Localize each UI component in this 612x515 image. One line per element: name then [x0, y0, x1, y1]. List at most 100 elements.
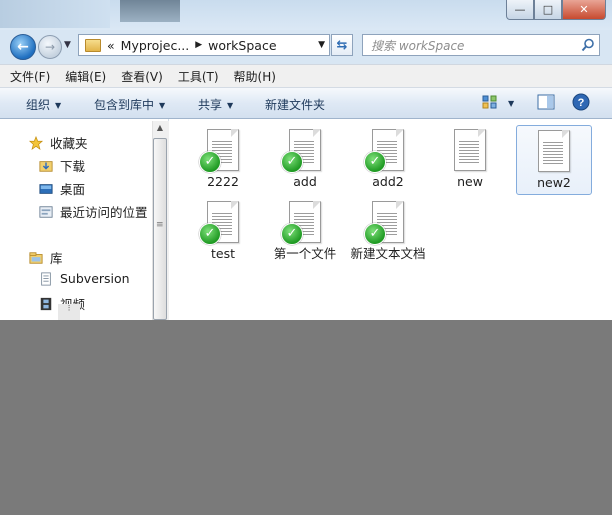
file-name: 2222	[207, 174, 239, 189]
scrollbar-grip-icon: ≡	[156, 220, 164, 230]
search-box[interactable]: 搜索 workSpace	[362, 34, 600, 56]
gray-overlay	[0, 320, 612, 515]
minimize-button[interactable]: —	[506, 0, 534, 20]
sidebar-label: Subversion	[60, 271, 130, 286]
text-file-icon: ✓	[281, 201, 321, 245]
new-folder-button[interactable]: 新建文件夹	[265, 96, 325, 113]
sidebar-item-libraries[interactable]: 库	[28, 248, 63, 267]
sidebar-item-desktop[interactable]: 桌面	[38, 179, 85, 198]
recent-pages-dropdown-icon[interactable]: ▼	[64, 40, 71, 50]
sidebar-item-recent-places[interactable]: 最近访问的位置	[38, 202, 148, 221]
explorer-window: — □ ✕ ← → ▼ « Myprojec... ▶ workSpace ▼ …	[0, 0, 612, 320]
title-bar-shade	[120, 0, 180, 22]
text-file-icon: ✓	[199, 201, 239, 245]
address-dropdown-icon[interactable]: ▼	[318, 40, 325, 50]
menu-file[interactable]: 文件(F)	[10, 68, 50, 85]
address-overflow[interactable]: «	[107, 38, 115, 53]
file-item[interactable]: new	[432, 129, 508, 189]
svn-checkmark-icon: ✓	[364, 151, 386, 173]
text-file-icon	[538, 130, 570, 172]
sidebar-label: 下载	[60, 159, 86, 174]
forward-button[interactable]: →	[38, 35, 62, 59]
svn-checkmark-icon: ✓	[281, 151, 303, 173]
file-item[interactable]: ✓ 第一个文件	[267, 201, 343, 261]
text-file-icon: ✓	[364, 129, 404, 173]
sidebar-label: 桌面	[60, 182, 86, 197]
svn-checkmark-icon: ✓	[199, 223, 221, 245]
recent-places-icon	[39, 205, 53, 218]
file-name: new	[457, 174, 483, 189]
file-item[interactable]: ✓ 新建文本文档	[350, 201, 426, 261]
svg-text:?: ?	[578, 97, 585, 109]
help-icon[interactable]: ?	[572, 93, 590, 111]
file-name: 第一个文件	[273, 246, 337, 261]
file-item[interactable]: ✓ add	[267, 129, 343, 189]
svn-checkmark-icon: ✓	[199, 151, 221, 173]
include-in-library-button[interactable]: 包含到库中 ▼	[94, 96, 165, 113]
film-strip-icon	[40, 297, 52, 310]
text-file-icon	[454, 129, 486, 171]
downloads-folder-icon	[39, 160, 53, 172]
organize-label: 组织	[26, 98, 51, 112]
organize-button[interactable]: 组织 ▼	[26, 96, 61, 113]
view-dropdown-icon[interactable]: ▼	[508, 99, 514, 108]
document-library-icon	[41, 271, 51, 286]
file-item[interactable]: ✓ 2222	[185, 129, 261, 189]
sidebar-item-downloads[interactable]: 下载	[38, 156, 85, 175]
scroll-up-arrow-icon[interactable]: ▲	[153, 123, 167, 135]
menu-bar: 文件(F) 编辑(E) 查看(V) 工具(T) 帮助(H)	[0, 64, 612, 88]
include-in-library-label: 包含到库中	[94, 98, 155, 112]
svn-checkmark-icon: ✓	[364, 223, 386, 245]
resize-grip-icon: ⁝	[58, 304, 80, 320]
menu-edit[interactable]: 编辑(E)	[65, 68, 106, 85]
svn-checkmark-icon: ✓	[281, 223, 303, 245]
sidebar-item-subversion[interactable]: Subversion	[38, 271, 130, 286]
sidebar-label: 收藏夹	[50, 136, 88, 151]
file-list: ✓ 2222 ✓ add ✓ add2 new new2 ✓ test ✓ 第一…	[169, 119, 612, 320]
share-button[interactable]: 共享 ▼	[198, 96, 233, 113]
address-bar[interactable]: « Myprojec... ▶ workSpace ▼	[78, 34, 330, 56]
refresh-icon: ⇆	[336, 37, 348, 53]
file-name: add	[293, 174, 317, 189]
navigation-pane: 收藏夹 下载 桌面 最近访问的位置 库 Subversion	[0, 119, 169, 320]
caret-down-icon: ▼	[227, 101, 234, 110]
refresh-button[interactable]: ⇆	[331, 34, 353, 56]
file-item-selected[interactable]: new2	[516, 125, 592, 195]
caret-down-icon: ▼	[159, 101, 166, 110]
library-folder-icon	[29, 251, 43, 264]
file-item[interactable]: ✓ test	[185, 201, 261, 261]
text-file-icon: ✓	[364, 201, 404, 245]
desktop-icon	[39, 183, 53, 194]
view-options-icon[interactable]	[482, 94, 498, 110]
search-icon[interactable]	[581, 38, 595, 52]
file-name: add2	[372, 174, 404, 189]
file-name: 新建文本文档	[350, 246, 426, 261]
title-bar-gradient	[0, 0, 110, 28]
breadcrumb-myproject[interactable]: Myprojec...	[121, 38, 190, 53]
text-file-icon: ✓	[281, 129, 321, 173]
preview-pane-icon[interactable]	[537, 94, 555, 110]
text-file-icon: ✓	[199, 129, 239, 173]
title-bar[interactable]: — □ ✕	[0, 0, 612, 30]
breadcrumb-workspace[interactable]: workSpace	[208, 38, 276, 53]
file-name: test	[210, 246, 235, 261]
menu-tools[interactable]: 工具(T)	[178, 68, 219, 85]
share-label: 共享	[198, 98, 223, 112]
window-controls: — □ ✕	[506, 0, 606, 20]
menu-view[interactable]: 查看(V)	[121, 68, 163, 85]
sidebar-label: 库	[50, 251, 63, 266]
breadcrumb-chevron-icon[interactable]: ▶	[195, 40, 202, 50]
star-icon	[28, 135, 44, 150]
maximize-button[interactable]: □	[534, 0, 562, 20]
menu-help[interactable]: 帮助(H)	[234, 68, 276, 85]
search-input[interactable]: 搜索 workSpace	[371, 37, 464, 54]
command-bar: 组织 ▼ 包含到库中 ▼ 共享 ▼ 新建文件夹 ▼ ?	[0, 88, 612, 119]
back-button[interactable]: ←	[10, 34, 36, 60]
sidebar-label: 最近访问的位置	[60, 205, 148, 220]
file-item[interactable]: ✓ add2	[350, 129, 426, 189]
caret-down-icon: ▼	[55, 101, 62, 110]
close-button[interactable]: ✕	[562, 0, 606, 20]
file-name: new2	[537, 175, 571, 190]
navigation-row: ← → ▼ « Myprojec... ▶ workSpace ▼ ⇆ 搜索 w…	[0, 30, 612, 64]
sidebar-item-favorites[interactable]: 收藏夹	[28, 133, 88, 152]
